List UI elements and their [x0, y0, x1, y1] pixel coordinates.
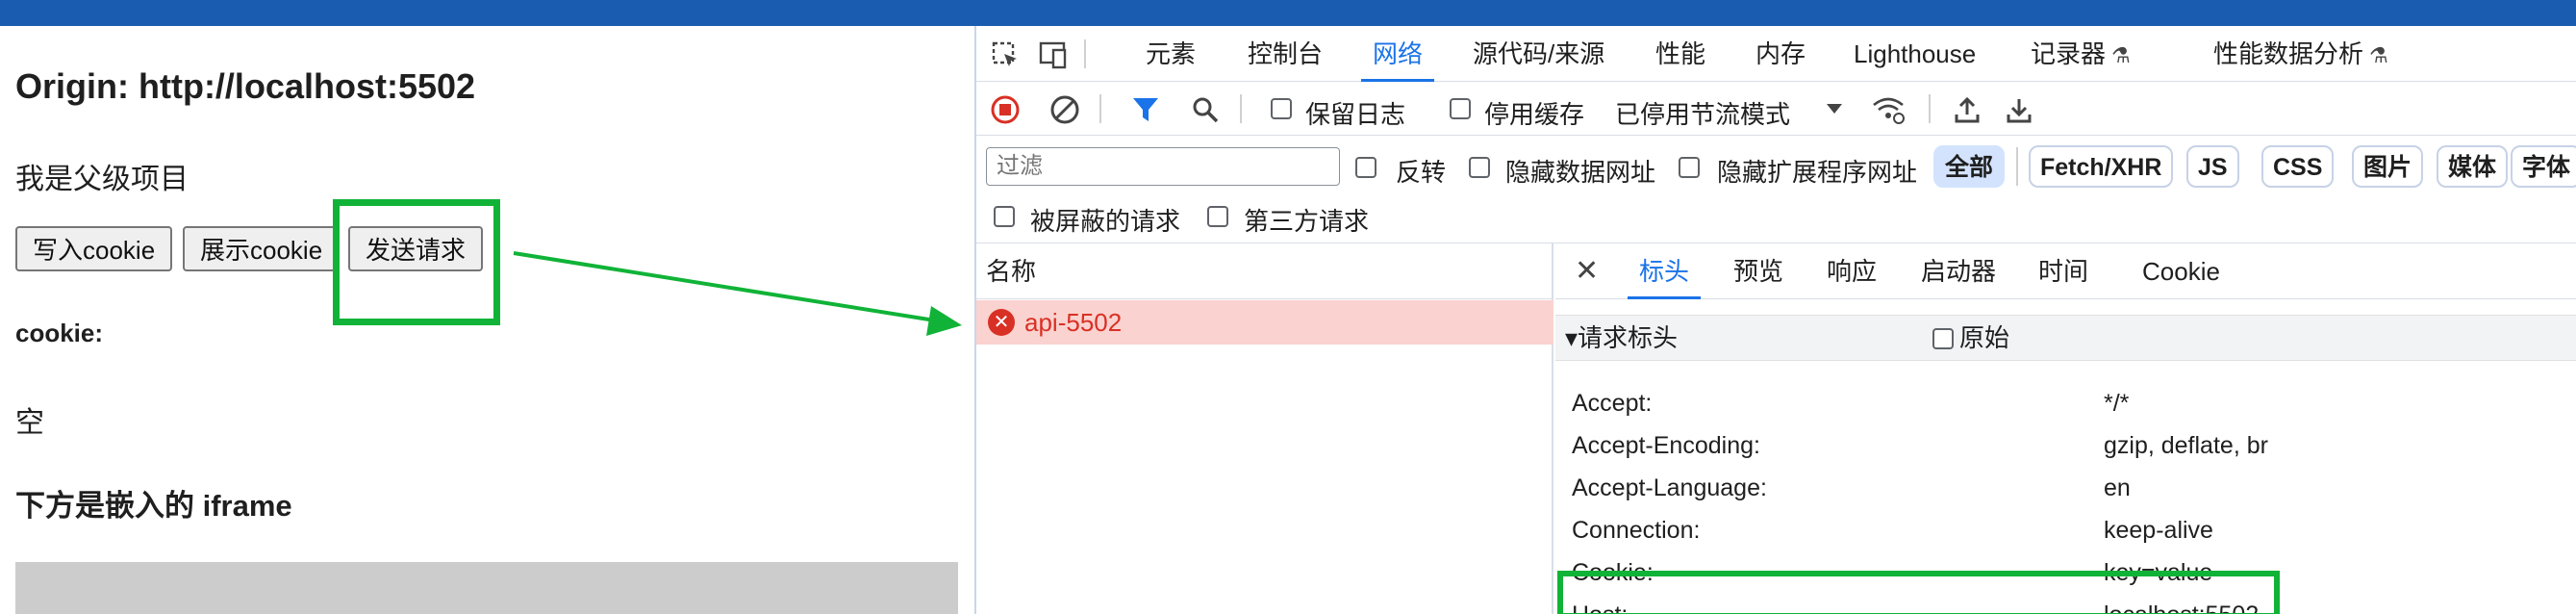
filter-type-fetch-xhr[interactable]: Fetch/XHR — [2029, 145, 2174, 188]
tab-cookies[interactable]: Cookie — [2142, 243, 2220, 299]
iframe-heading: 下方是嵌入的 iframe — [15, 489, 292, 523]
parent-text: 我是父级项目 — [15, 164, 189, 195]
blocked-requests-checkbox[interactable] — [994, 206, 1015, 227]
header-value: gzip, deflate, br — [2104, 432, 2268, 459]
request-name: api-5502 — [1024, 308, 1123, 337]
tab-divider — [1084, 39, 1086, 68]
origin-heading: Origin: http://localhost:5502 — [15, 66, 476, 106]
section-title: ▾请求标头 — [1565, 323, 1679, 352]
tab-lighthouse[interactable]: Lighthouse — [1854, 26, 1976, 82]
header-row: Connection: keep-alive — [1555, 509, 2576, 551]
filter-type-all[interactable]: 全部 — [1933, 145, 2006, 188]
send-button-highlight-box — [333, 199, 500, 325]
filter-type-font[interactable]: 字体 — [2511, 145, 2576, 188]
detail-tab-bar: ✕ 标头 预览 响应 启动器 时间 Cookie — [1555, 243, 2576, 299]
flask-icon: ⚗ — [2111, 43, 2131, 67]
header-row: Accept-Language: en — [1555, 467, 2576, 509]
export-har-icon[interactable] — [2004, 94, 2034, 125]
search-icon[interactable] — [1190, 94, 1221, 125]
invert-label: 反转 — [1396, 158, 1447, 187]
toolbar-divider — [1929, 94, 1931, 123]
blocked-requests-label: 被屏蔽的请求 — [1030, 207, 1181, 236]
request-detail-pane: ✕ 标头 预览 响应 启动器 时间 Cookie ▾请求标头 原始 Accept… — [1555, 243, 2576, 614]
toolbar-divider — [1099, 94, 1101, 123]
filter-type-media[interactable]: 媒体 — [2437, 145, 2509, 188]
import-har-icon[interactable] — [1952, 94, 1983, 125]
header-key: Connection: — [1572, 517, 1701, 544]
close-icon[interactable]: ✕ — [1575, 243, 1599, 299]
name-column-header[interactable]: 名称 — [976, 243, 1553, 299]
stop-recording-icon[interactable] — [990, 94, 1021, 125]
tab-preview[interactable]: 预览 — [1733, 243, 1783, 299]
filter-icon[interactable] — [1130, 94, 1161, 125]
write-cookie-button[interactable]: 写入cookie — [15, 226, 173, 271]
tab-console[interactable]: 控制台 — [1248, 26, 1323, 82]
filter-type-js[interactable]: JS — [2186, 145, 2239, 188]
tab-performance[interactable]: 性能 — [1655, 26, 1705, 82]
network-toolbar: 保留日志 停用缓存 已停用节流模式 — [976, 82, 2576, 136]
tab-memory[interactable]: 内存 — [1755, 26, 1806, 82]
embedded-iframe[interactable] — [15, 562, 958, 614]
raw-checkbox[interactable] — [1932, 328, 1954, 349]
request-row[interactable]: ✕ api-5502 — [976, 300, 1553, 345]
header-row: Accept: */* — [1555, 382, 2576, 424]
header-key: Accept-Encoding: — [1572, 432, 1760, 459]
tab-elements[interactable]: 元素 — [1146, 26, 1196, 82]
preserve-log-checkbox[interactable] — [1271, 98, 1292, 119]
request-headers-section[interactable]: ▾请求标头 原始 — [1555, 315, 2576, 361]
filter-type-css[interactable]: CSS — [2261, 145, 2335, 188]
tab-sources[interactable]: 源代码/来源 — [1473, 26, 1604, 82]
flask-icon: ⚗ — [2369, 43, 2388, 67]
header-value: keep-alive — [2104, 517, 2213, 544]
filter-type-img[interactable]: 图片 — [2352, 145, 2424, 188]
clear-icon[interactable] — [1049, 94, 1080, 125]
toolbar-divider — [1240, 94, 1242, 123]
disable-cache-label: 停用缓存 — [1484, 100, 1585, 129]
invert-checkbox[interactable] — [1355, 157, 1376, 178]
header-row: Accept-Encoding: gzip, deflate, br — [1555, 424, 2576, 467]
devtools-tab-bar: 元素 控制台 网络 源代码/来源 性能 内存 Lighthouse 记录器 ⚗ 性… — [976, 26, 2576, 82]
show-cookie-button[interactable]: 展示cookie — [183, 226, 341, 271]
cookie-header-highlight-box — [1557, 571, 2280, 614]
tab-timing[interactable]: 时间 — [2038, 243, 2088, 299]
web-page: Origin: http://localhost:5502 我是父级项目 写入c… — [0, 26, 974, 614]
error-icon: ✕ — [988, 309, 1015, 336]
hide-data-urls-checkbox[interactable] — [1469, 157, 1490, 178]
chip-divider — [2016, 147, 2018, 186]
cookie-label: cookie: — [15, 319, 104, 347]
disable-cache-checkbox[interactable] — [1450, 98, 1471, 119]
tab-performance-insights-label: 性能数据分析 — [2213, 39, 2364, 68]
tab-recorder-label: 记录器 — [2031, 39, 2107, 68]
tab-recorder[interactable]: 记录器 ⚗ — [2031, 26, 2131, 82]
filter-input[interactable] — [986, 147, 1340, 186]
header-value: en — [2104, 474, 2131, 501]
header-key: Accept: — [1572, 390, 1653, 417]
tab-network[interactable]: 网络 — [1360, 26, 1435, 82]
tab-performance-insights[interactable]: 性能数据分析 ⚗ — [2213, 26, 2388, 82]
hide-extension-urls-label: 隐藏扩展程序网址 — [1717, 158, 1918, 187]
tab-headers[interactable]: 标头 — [1627, 243, 1702, 299]
header-value: */* — [2104, 390, 2130, 417]
throttling-select[interactable]: 已停用节流模式 — [1615, 95, 1790, 131]
device-toolbar-icon[interactable] — [1036, 39, 1069, 70]
request-list: 名称 ✕ api-5502 — [976, 243, 1553, 614]
tab-response[interactable]: 响应 — [1827, 243, 1877, 299]
hide-extension-urls-checkbox[interactable] — [1679, 157, 1700, 178]
dropdown-arrow-icon[interactable] — [1823, 97, 1846, 120]
raw-label: 原始 — [1959, 323, 2010, 352]
third-party-label: 第三方请求 — [1244, 207, 1370, 236]
preserve-log-label: 保留日志 — [1305, 100, 1406, 129]
network-conditions-icon[interactable] — [1871, 94, 1906, 125]
devtools-panel: 元素 控制台 网络 源代码/来源 性能 内存 Lighthouse 记录器 ⚗ 性… — [974, 26, 2576, 614]
browser-top-bar — [0, 0, 2576, 26]
tab-initiator[interactable]: 启动器 — [1921, 243, 1996, 299]
inspect-element-icon[interactable] — [990, 39, 1021, 70]
third-party-checkbox[interactable] — [1207, 206, 1228, 227]
hide-data-urls-label: 隐藏数据网址 — [1505, 158, 1656, 187]
header-key: Accept-Language: — [1572, 474, 1767, 501]
cookie-value: 空 — [15, 407, 44, 439]
